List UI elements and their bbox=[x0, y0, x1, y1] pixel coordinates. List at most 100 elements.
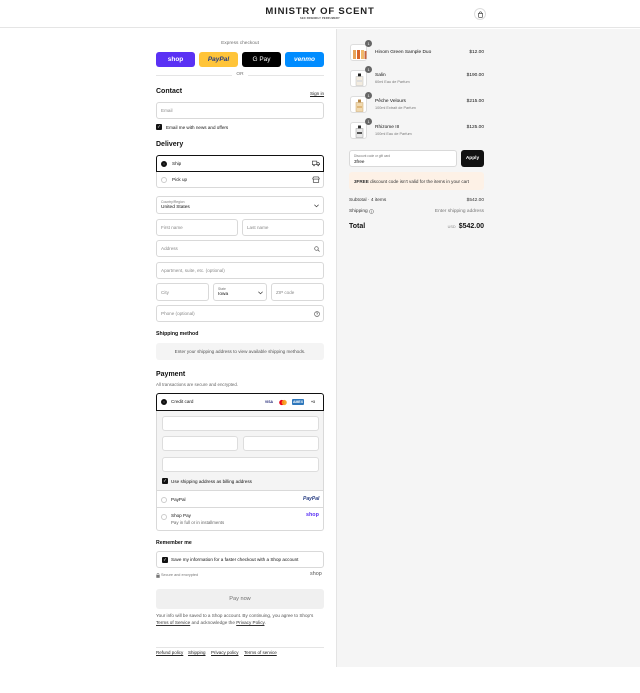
paypal-logo: PayPal bbox=[303, 496, 320, 502]
shop-pay-option[interactable]: Shop Pay Pay in full or in installments … bbox=[156, 508, 324, 531]
ship-label: Ship bbox=[172, 161, 182, 166]
help-icon[interactable] bbox=[314, 311, 320, 317]
subtotal-value: $542.00 bbox=[466, 198, 484, 203]
country-value: United States bbox=[161, 205, 190, 210]
item-name: Hinom Green Sample Duo bbox=[375, 50, 432, 55]
secure-encrypted-label: Secure and encrypted bbox=[161, 573, 199, 577]
ship-radio[interactable] bbox=[161, 161, 167, 167]
express-checkout-label: Express checkout bbox=[221, 41, 259, 46]
credit-card-radio[interactable] bbox=[161, 399, 167, 405]
truck-icon bbox=[312, 160, 320, 167]
store-icon bbox=[312, 176, 320, 183]
warning-text: discount code isn't valid for the items … bbox=[370, 178, 470, 184]
shop-pay-label: Shop Pay bbox=[171, 513, 191, 518]
email-placeholder: Email bbox=[161, 108, 173, 113]
state-select[interactable]: State Iowa bbox=[213, 283, 267, 301]
discount-code-field[interactable]: Discount code or gift card 3free bbox=[349, 150, 457, 167]
terms-of-service-link[interactable]: Terms of service bbox=[244, 650, 277, 655]
city-placeholder: City bbox=[161, 290, 169, 295]
address-placeholder: Address bbox=[161, 246, 178, 251]
security-code-field[interactable] bbox=[243, 436, 319, 451]
expiration-field[interactable] bbox=[162, 436, 238, 451]
pickup-label: Pick up bbox=[172, 177, 188, 182]
or-label: OR bbox=[232, 72, 248, 77]
sign-in-link[interactable]: Sign in bbox=[310, 91, 324, 96]
shop-pay-logo: shop bbox=[306, 512, 319, 518]
brand-logo[interactable]: MINISTRY OF SCENT bbox=[0, 6, 640, 17]
refund-policy-link[interactable]: Refund policy bbox=[156, 650, 183, 655]
email-field[interactable]: Email bbox=[156, 102, 324, 119]
pay-now-button[interactable]: Pay now bbox=[156, 589, 324, 609]
last-name-field[interactable]: Last name bbox=[242, 219, 324, 236]
apartment-placeholder: Apartment, suite, etc. (optional) bbox=[161, 268, 225, 273]
quantity-badge: 1 bbox=[365, 92, 372, 99]
zip-field[interactable]: ZIP code bbox=[271, 283, 324, 301]
total-label: Total bbox=[349, 223, 366, 230]
pickup-radio[interactable] bbox=[161, 177, 167, 183]
card-number-field[interactable] bbox=[162, 416, 319, 431]
apartment-field[interactable]: Apartment, suite, etc. (optional) bbox=[156, 262, 324, 279]
newsletter-checkbox[interactable]: ✓ bbox=[156, 124, 162, 130]
paypal-radio[interactable] bbox=[161, 497, 167, 503]
privacy-link[interactable]: Privacy Policy bbox=[236, 620, 264, 625]
credit-card-panel: ✓ Use shipping address as billing addres… bbox=[156, 411, 324, 490]
mastercard-icon bbox=[278, 399, 288, 406]
shopping-bag-icon bbox=[477, 11, 483, 18]
zip-placeholder: ZIP code bbox=[276, 290, 295, 295]
amex-icon: AMEX bbox=[292, 399, 304, 405]
billing-same-checkbox[interactable]: ✓ bbox=[162, 478, 168, 484]
credit-card-option[interactable]: Credit card VISA AMEX +3 bbox=[156, 393, 324, 411]
item-variant: 100ml Eau de Parfum bbox=[375, 132, 412, 136]
quantity-badge: 1 bbox=[365, 118, 372, 125]
shipping-method-heading: Shipping method bbox=[156, 331, 199, 337]
country-select[interactable]: Country/Region United States bbox=[156, 196, 324, 214]
remember-me-heading: Remember me bbox=[156, 540, 192, 546]
phone-field[interactable]: Phone (optional) bbox=[156, 305, 324, 322]
remember-me-box: ✓ Save my information for a faster check… bbox=[156, 551, 324, 568]
discount-warning: 3FREE discount code isn't valid for the … bbox=[349, 172, 484, 190]
payment-subtitle: All transactions are secure and encrypte… bbox=[156, 382, 239, 387]
venmo-button[interactable]: venmo bbox=[285, 52, 324, 67]
item-thumbnail bbox=[350, 70, 367, 87]
name-on-card-field[interactable] bbox=[162, 457, 319, 472]
currency-code: USD bbox=[447, 225, 456, 229]
apply-discount-button[interactable]: Apply bbox=[461, 150, 484, 167]
quantity-badge: 1 bbox=[365, 66, 372, 73]
item-price: $125.00 bbox=[466, 125, 484, 130]
shipping-method-message: Enter your shipping address to view avai… bbox=[156, 343, 324, 360]
info-icon[interactable] bbox=[369, 209, 374, 214]
brand-tagline: SEX FRIENDLY PERFUMERY bbox=[300, 17, 340, 20]
paypal-option[interactable]: PayPal PayPal bbox=[156, 490, 324, 508]
chevron-down-icon bbox=[314, 204, 319, 208]
shop-pay-subtext: Pay in full or in installments bbox=[171, 520, 225, 525]
address-field[interactable]: Address bbox=[156, 240, 324, 257]
terms-link[interactable]: Terms of Service bbox=[156, 620, 190, 625]
payment-heading: Payment bbox=[156, 371, 186, 378]
warning-code: 3FREE bbox=[354, 178, 369, 184]
google-pay-button[interactable]: G Pay bbox=[242, 52, 281, 67]
shipping-policy-link[interactable]: Shipping bbox=[188, 650, 206, 655]
paypal-button[interactable]: PayPal bbox=[199, 52, 238, 67]
shop-logo: shop bbox=[310, 571, 322, 577]
chevron-down-icon bbox=[258, 291, 263, 295]
more-cards-badge: +3 bbox=[311, 400, 315, 404]
first-name-field[interactable]: First name bbox=[156, 219, 238, 236]
page-bottom bbox=[0, 667, 640, 693]
discount-code-label: Discount code or gift card bbox=[354, 154, 391, 158]
footer-links: Refund policy Shipping Privacy policy Te… bbox=[156, 647, 324, 655]
legal-text-1: Your info will be saved to a Shop accoun… bbox=[156, 613, 314, 618]
shop-pay-button[interactable]: shop bbox=[156, 52, 195, 67]
privacy-policy-link[interactable]: Privacy policy bbox=[211, 650, 239, 655]
ship-option[interactable]: Ship bbox=[156, 155, 324, 172]
total-value: USD $542.00 bbox=[424, 223, 484, 230]
pickup-option[interactable]: Pick up bbox=[156, 172, 324, 188]
shop-pay-radio[interactable] bbox=[161, 514, 167, 520]
item-price: $12.00 bbox=[469, 50, 484, 55]
cart-button[interactable] bbox=[474, 8, 486, 20]
last-name-placeholder: Last name bbox=[247, 225, 269, 230]
item-price: $190.00 bbox=[466, 73, 484, 78]
lock-icon bbox=[156, 573, 160, 578]
perfume-samples-icon bbox=[353, 50, 367, 59]
city-field[interactable]: City bbox=[156, 283, 209, 301]
save-info-checkbox[interactable]: ✓ bbox=[162, 557, 168, 563]
